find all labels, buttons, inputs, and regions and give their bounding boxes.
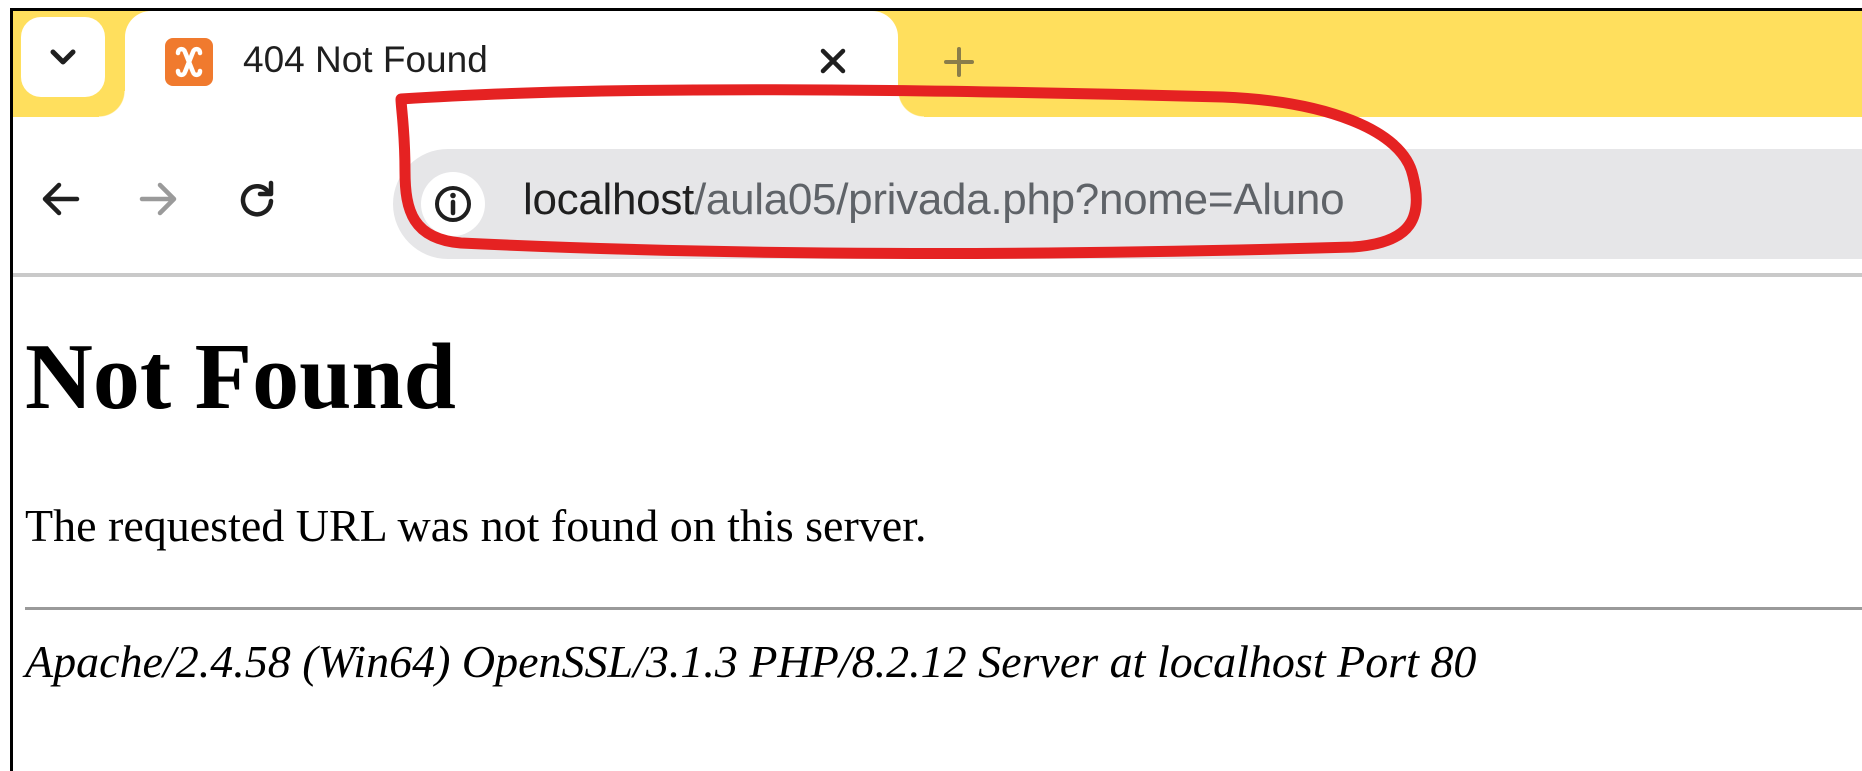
plus-icon	[944, 47, 974, 77]
url-host: localhost	[523, 175, 694, 224]
reload-icon	[240, 180, 274, 217]
divider	[25, 607, 1862, 610]
chevron-down-icon	[50, 49, 76, 65]
tab-active[interactable]: 404 Not Found	[99, 11, 924, 117]
tab-search-button[interactable]	[21, 17, 105, 97]
site-info-button[interactable]	[421, 172, 485, 236]
close-icon	[820, 48, 846, 74]
new-tab-button[interactable]	[935, 38, 983, 86]
server-signature: Apache/2.4.58 (Win64) OpenSSL/3.1.3 PHP/…	[25, 636, 1477, 687]
url-text[interactable]: localhost/aula05/privada.php?nome=Aluno	[523, 175, 1345, 225]
arrow-right-icon	[139, 182, 177, 216]
browser-window: 404 Not Found localhost/aula05/privada.p…	[10, 8, 1862, 771]
close-tab-button[interactable]	[813, 41, 853, 81]
toolbar: localhost/aula05/privada.php?nome=Aluno	[13, 117, 1862, 277]
address-bar[interactable]: localhost/aula05/privada.php?nome=Aluno	[393, 149, 1862, 259]
url-path: /aula05/privada.php?nome=Aluno	[693, 175, 1345, 224]
tab-title: 404 Not Found	[243, 39, 488, 80]
arrow-left-icon	[42, 182, 80, 216]
forward-button[interactable]	[130, 171, 186, 227]
reload-button[interactable]	[229, 171, 285, 227]
tab-strip: 404 Not Found	[13, 11, 1862, 117]
page-title: Not Found	[25, 325, 456, 429]
xampp-icon	[165, 38, 213, 86]
error-message: The requested URL was not found on this …	[25, 500, 927, 551]
info-icon	[435, 186, 471, 222]
page-content: Not Found The requested URL was not foun…	[13, 277, 1862, 771]
back-button[interactable]	[33, 171, 89, 227]
